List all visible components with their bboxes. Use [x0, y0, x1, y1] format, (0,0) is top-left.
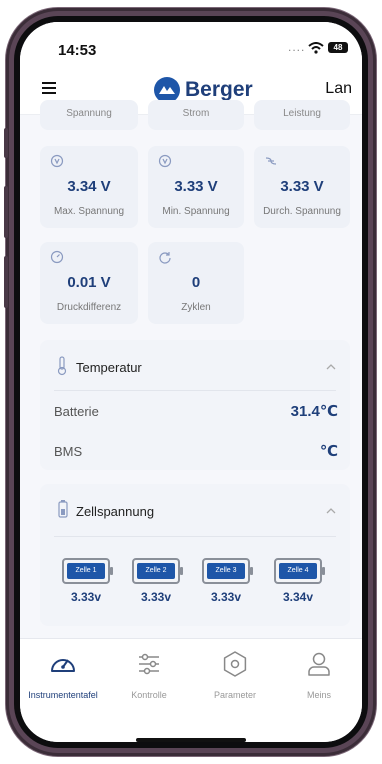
tab-control-label: Kontrolle	[131, 690, 167, 700]
current-card: Strom	[148, 100, 244, 130]
user-icon	[308, 652, 330, 676]
dashboard-gauge-icon	[51, 659, 75, 672]
voltage-card: Spannung	[40, 100, 138, 130]
cell-voltage-value: 3.33v	[70, 590, 102, 604]
max-voltage-card: 3.34 V Max. Spannung	[40, 146, 138, 228]
min-voltage-icon	[158, 154, 172, 168]
min-voltage-card: 3.33 V Min. Spannung	[148, 146, 244, 228]
min-voltage-value: 3.33 V	[174, 178, 218, 195]
cycles-label: Zyklen	[181, 302, 211, 313]
pressure-diff-icon	[50, 250, 64, 264]
sliders-icon	[139, 653, 159, 675]
menu-icon[interactable]	[42, 82, 60, 96]
tab-profile[interactable]: Meins	[276, 649, 362, 700]
cell-name: Zelle 3	[207, 563, 245, 579]
wifi-icon	[308, 42, 324, 54]
avg-voltage-value: 3.33 V	[280, 178, 324, 195]
cell-voltage-title: Zellspannung	[76, 504, 155, 519]
cell-voltage-value: 3.33v	[140, 590, 172, 604]
cell-voltage-value: 3.33v	[210, 590, 242, 604]
chevron-up-icon[interactable]	[326, 506, 336, 516]
cell-name: Zelle 1	[67, 563, 105, 579]
cycles-value: 0	[191, 274, 201, 291]
cell-voltage-value: 3.34v	[282, 590, 314, 604]
cell-item: Zelle 2 3.33v	[132, 558, 186, 604]
bms-temp-label: BMS	[54, 444, 83, 459]
cell-item: Zelle 3 3.33v	[202, 558, 256, 604]
min-voltage-label: Min. Spannung	[162, 206, 230, 217]
battery-icon: 48	[328, 42, 348, 53]
language-selector[interactable]: Lan	[325, 80, 352, 98]
battery-temp-value: 31.4℃	[290, 403, 338, 420]
cycles-card: 0 Zyklen	[148, 242, 244, 324]
avg-voltage-card: 3.33 V Durch. Spannung	[254, 146, 350, 228]
temperature-title: Temperatur	[76, 360, 142, 375]
cell-battery-icon: Zelle 4	[274, 558, 325, 584]
battery-cell-icon	[58, 500, 68, 518]
current-label: Strom	[182, 108, 210, 119]
tab-dashboard[interactable]: Instrumententafel	[20, 649, 106, 700]
cell-voltage-divider	[54, 536, 336, 537]
tab-dashboard-label: Instrumententafel	[28, 690, 98, 700]
cell-battery-icon: Zelle 2	[132, 558, 183, 584]
max-voltage-label: Max. Spannung	[53, 206, 125, 217]
bottom-tab-bar: Instrumententafel Kontrolle Parameter Me…	[20, 638, 362, 742]
temperature-divider	[54, 390, 336, 391]
chevron-up-icon[interactable]	[326, 362, 336, 372]
tab-profile-label: Meins	[306, 690, 331, 700]
cell-battery-icon: Zelle 3	[202, 558, 253, 584]
cycles-icon	[159, 252, 171, 264]
cell-name: Zelle 4	[279, 563, 317, 579]
temperature-panel: Temperatur Batterie 31.4℃ BMS ℃	[40, 340, 350, 470]
pressure-diff-card: 0.01 V Druckdifferenz	[40, 242, 138, 324]
status-bar: 14:53 .... 48	[20, 22, 362, 68]
app-screen: 14:53 .... 48 Berger Lan Spannung Strom …	[20, 22, 362, 742]
power-label: Leistung	[283, 108, 321, 119]
cell-battery-icon: Zelle 1	[62, 558, 113, 584]
avg-voltage-icon	[265, 157, 277, 165]
home-indicator[interactable]	[136, 738, 246, 742]
power-card: Leistung	[254, 100, 350, 130]
battery-temp-label: Batterie	[54, 404, 99, 419]
avg-voltage-label: Durch. Spannung	[263, 206, 341, 217]
thermometer-icon	[57, 356, 67, 376]
status-time: 14:53	[58, 42, 97, 59]
volume-up-button	[4, 186, 8, 238]
volume-down-button	[4, 256, 8, 308]
hexagon-nut-icon	[223, 651, 247, 677]
cell-name: Zelle 2	[137, 563, 175, 579]
cell-voltage-panel: Zellspannung Zelle 1 3.33v Zelle 2 3.33v…	[40, 484, 350, 626]
signal-indicator: ....	[288, 40, 306, 54]
tab-parameter[interactable]: Parameter	[192, 649, 278, 700]
bms-temp-value: ℃	[319, 443, 338, 460]
tab-parameter-label: Parameter	[213, 690, 257, 700]
voltage-label: Spannung	[66, 108, 112, 119]
pressure-diff-value: 0.01 V	[67, 274, 111, 291]
brand-name: Berger	[185, 78, 253, 101]
pressure-diff-label: Druckdifferenz	[56, 302, 122, 313]
mute-switch	[4, 128, 8, 158]
cell-item: Zelle 4 3.34v	[274, 558, 328, 604]
cell-item: Zelle 1 3.33v	[62, 558, 116, 604]
tab-control[interactable]: Kontrolle	[106, 649, 192, 700]
max-voltage-icon	[50, 154, 64, 168]
max-voltage-value: 3.34 V	[67, 178, 111, 195]
